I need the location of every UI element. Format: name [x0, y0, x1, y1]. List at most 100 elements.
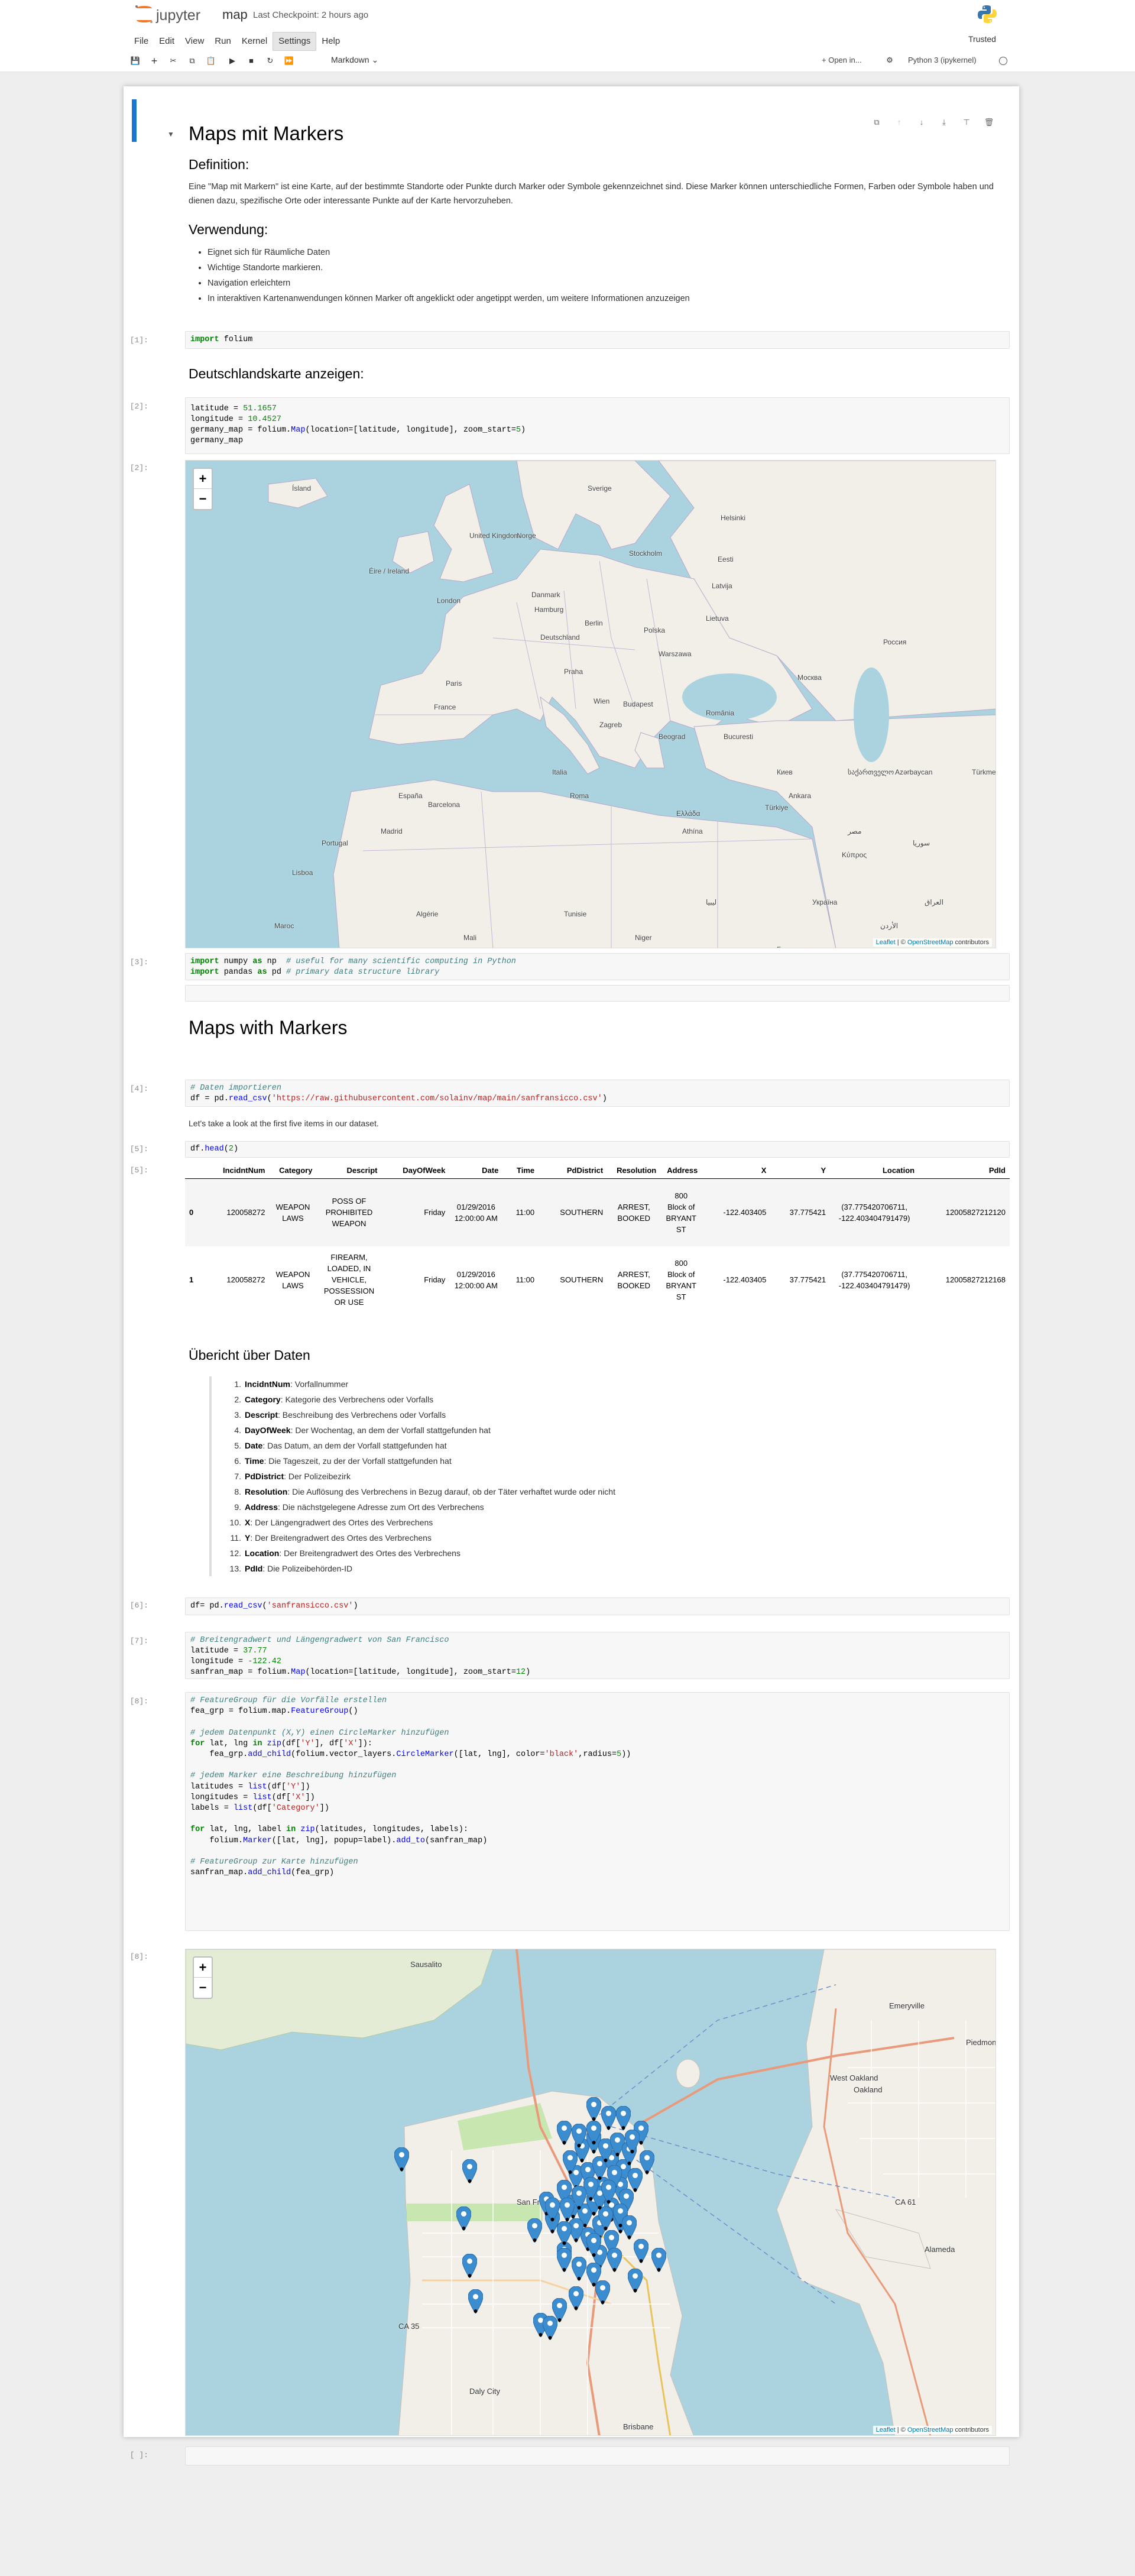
code-editor[interactable]: latitude = 51.1657 longitude = 10.4527 g… [185, 397, 1010, 454]
kernel-name[interactable]: Python 3 (ipykernel) [908, 56, 977, 64]
map-marker-icon[interactable] [394, 2147, 410, 2172]
menu-edit[interactable]: Edit [154, 33, 180, 50]
code-cell-3[interactable]: [3]: import numpy as np # useful for man… [124, 953, 1019, 980]
code-cell-empty[interactable] [124, 985, 1019, 1002]
map-marker-icon[interactable] [556, 2120, 572, 2146]
field-number: 11. [230, 1533, 241, 1543]
map-marker-icon[interactable] [624, 2129, 640, 2154]
code-editor[interactable]: df= pd.read_csv('sanfransicco.csv') [185, 1598, 1010, 1615]
menu-run[interactable]: Run [209, 33, 236, 50]
map-marker-icon[interactable] [568, 2286, 584, 2311]
plus-icon[interactable]: + [148, 54, 161, 67]
save-icon[interactable]: 💾 [129, 54, 142, 67]
map-marker-icon[interactable] [651, 2247, 667, 2273]
copy-icon[interactable]: ⧉ [186, 54, 199, 67]
run-icon[interactable]: ▶ [226, 54, 239, 67]
list-item: In interaktiven Kartenanwendungen können… [207, 291, 1004, 306]
code-editor[interactable]: import folium [185, 331, 1010, 349]
list-item: Eignet sich für Räumliche Daten [207, 245, 1004, 260]
leaflet-link[interactable]: Leaflet [876, 2426, 896, 2434]
code-cell-7[interactable]: [7]: # Breitengradwert und Längengradwer… [124, 1632, 1019, 1679]
san-francisco-map[interactable]: Sausalito Emeryville Oakland West Oakland Al… [185, 1949, 996, 2436]
code-editor[interactable]: # Daten importieren df = pd.read_csv('ht… [185, 1080, 1010, 1107]
map-marker-icon[interactable] [462, 2159, 478, 2184]
cell-type-select[interactable]: Markdown ⌄ [331, 55, 378, 65]
map-marker-icon[interactable] [456, 2206, 472, 2231]
map-marker-icon[interactable] [527, 2218, 543, 2243]
map-marker-icon[interactable] [633, 2238, 649, 2264]
cut-icon[interactable]: ✂ [167, 54, 180, 67]
leaflet-link[interactable]: Leaflet [876, 939, 896, 946]
map-marker-icon[interactable] [598, 2206, 614, 2231]
use-list: Eignet sich für Räumliche Daten Wichtige… [189, 245, 1004, 306]
restart-icon[interactable]: ↻ [264, 54, 277, 67]
code-editor[interactable] [185, 985, 1010, 1002]
stop-icon[interactable]: ■ [245, 54, 258, 67]
code-cell-9[interactable]: [ ]: [124, 2447, 1019, 2465]
code-cell-6[interactable]: [6]: df= pd.read_csv('sanfransicco.csv') [124, 1598, 1019, 1615]
zoom-in-button[interactable]: + [194, 1958, 212, 1978]
map-marker-icon[interactable] [556, 2247, 572, 2273]
osm-link[interactable]: OpenStreetMap [907, 939, 954, 946]
code-editor[interactable]: # FeatureGroup für die Vorfälle erstelle… [185, 1692, 1010, 1931]
map-marker-icon[interactable] [607, 2247, 622, 2273]
map-place-label: سوريا [913, 839, 930, 847]
markdown-cell-data-overview[interactable]: Übericht über Daten 1. IncidntNum: Vorfal… [124, 1348, 1019, 1667]
trusted-indicator[interactable]: Trusted [968, 34, 996, 44]
map-marker-icon[interactable] [462, 2253, 478, 2279]
map-marker-icon[interactable] [559, 2197, 575, 2222]
map-marker-icon[interactable] [615, 2105, 631, 2131]
europe-map[interactable]: Norge Sverige Stockholm Helsinki Eesti Latvij… [185, 460, 996, 948]
menu-help[interactable]: Help [316, 33, 345, 50]
map-marker-icon[interactable] [601, 2105, 617, 2131]
column-header: IncidntNum [202, 1162, 270, 1179]
map-marker-icon[interactable] [468, 2289, 484, 2314]
zoom-out-button[interactable]: − [194, 1978, 212, 1998]
field-list-item: 5. Date: Das Datum, an dem der Vorfall st… [226, 1438, 615, 1453]
code-editor[interactable]: df.head(2) [185, 1141, 1010, 1158]
map-place-label: العراق [925, 898, 944, 906]
code-cell-5[interactable]: [5]: df.head(2) [124, 1141, 1019, 1158]
markdown-cell-deutschland[interactable]: Deutschlandskarte anzeigen: [124, 358, 1019, 388]
map-marker-icon[interactable] [571, 2256, 587, 2282]
code-cell-4[interactable]: [4]: # Daten importieren df = pd.read_cs… [124, 1080, 1019, 1107]
map-marker-icon[interactable] [639, 2150, 655, 2175]
markdown-cell-maps-with-markers[interactable]: Maps with Markers [124, 1009, 1019, 1050]
code-editor[interactable]: import numpy as np # useful for many sci… [185, 953, 1010, 980]
code-editor[interactable] [185, 2447, 1010, 2465]
zoom-in-button[interactable]: + [194, 469, 212, 489]
code-editor[interactable]: # Breitengradwert und Längengradwert von… [185, 1632, 1010, 1679]
zoom-out-button[interactable]: − [194, 489, 212, 509]
map-attribution: Leaflet | © OpenStreetMap contributors [873, 2426, 992, 2434]
map-marker-icon[interactable] [601, 2179, 617, 2205]
osm-link[interactable]: OpenStreetMap [907, 2426, 954, 2434]
map-marker-icon[interactable] [595, 2280, 611, 2305]
menu-view[interactable]: View [180, 33, 209, 50]
paste-icon[interactable]: 📋 [205, 54, 218, 67]
map-marker-icon[interactable] [544, 2197, 560, 2222]
collapse-caret-icon[interactable]: ▼ [167, 130, 174, 138]
column-header: Location [830, 1162, 919, 1179]
map-marker-icon[interactable] [627, 2268, 643, 2293]
markdown-cell-first-items[interactable]: Let's take a look at the first five item… [124, 1113, 1019, 1134]
map-marker-icon[interactable] [571, 2123, 587, 2149]
table-cell: -122.403405 [723, 1208, 767, 1217]
menu-kernel[interactable]: Kernel [236, 33, 273, 50]
debugger-icon[interactable]: ⚙ [883, 54, 896, 67]
map-marker-icon[interactable] [586, 2097, 602, 2122]
open-in-button[interactable]: + Open in... [822, 56, 862, 64]
map-marker-icon[interactable] [542, 2315, 558, 2341]
fast-forward-icon[interactable]: ⏩ [283, 54, 296, 67]
map-marker-icon[interactable] [621, 2215, 637, 2240]
menu-settings[interactable]: Settings [273, 32, 317, 51]
code-cell-2[interactable]: [2]: latitude = 51.1657 longitude = 10.4… [124, 397, 1019, 454]
markdown-cell-intro[interactable]: ⧉ ↑ ↓ ⤓ ⊤ 🗑 ▼ Maps mit Markers Definitio… [124, 99, 1019, 342]
map-marker-icon[interactable] [586, 2120, 602, 2146]
list-item: Navigation erleichtern [207, 276, 1004, 291]
notebook-name[interactable]: map [222, 7, 248, 22]
jupyter-logo[interactable]: jupyter [134, 4, 228, 25]
menu-file[interactable]: File [129, 33, 154, 50]
map-marker-icon[interactable] [586, 2232, 602, 2258]
code-cell-8[interactable]: [8]: # FeatureGroup für die Vorfälle ers… [124, 1692, 1019, 1931]
code-cell-1[interactable]: [1]: import folium [124, 331, 1019, 352]
